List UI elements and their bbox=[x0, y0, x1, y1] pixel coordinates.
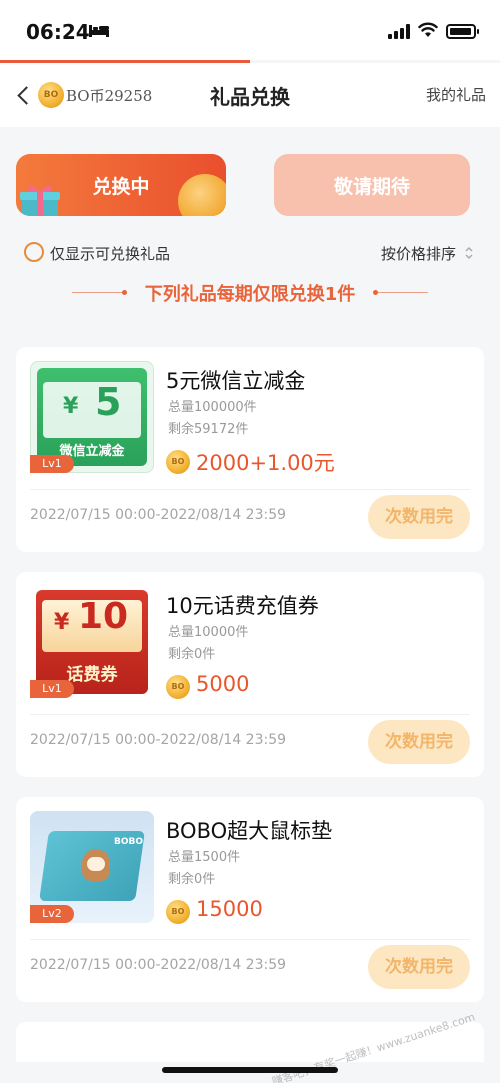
available-only-label[interactable]: 仅显示可兑换礼品 bbox=[50, 243, 170, 264]
card-divider bbox=[30, 489, 470, 490]
bo-coin-icon: BO bbox=[166, 450, 190, 474]
sort-by-price-button[interactable]: 按价格排序 bbox=[381, 243, 456, 264]
exchange-button[interactable]: 次数用完 bbox=[368, 720, 470, 764]
gift-card[interactable]: BOBO Lv2 BOBO超大鼠标垫 总量1500件 剩余0件 BO 15000… bbox=[16, 797, 484, 1002]
exchange-limit-notice: 下列礼品每期仅限兑换1件 bbox=[144, 284, 356, 305]
status-time: 06:24 bbox=[26, 20, 90, 44]
gift-remaining: 剩余0件 bbox=[168, 872, 216, 887]
card-divider bbox=[30, 939, 470, 940]
status-bar: 06:24 bbox=[0, 0, 500, 60]
gift-box-icon bbox=[20, 185, 60, 216]
gift-card[interactable]: ¥ 5 微信立减金 Lv1 5元微信立减金 总量100000件 剩余59172件… bbox=[16, 347, 484, 552]
gift-remaining: 剩余0件 bbox=[168, 647, 216, 662]
home-indicator[interactable] bbox=[162, 1067, 338, 1073]
gift-price: 5000 bbox=[196, 672, 250, 696]
gift-remaining: 剩余59172件 bbox=[168, 422, 249, 437]
my-gifts-link[interactable]: 我的礼品 bbox=[426, 84, 486, 105]
exchange-period: 2022/07/15 00:00-2022/08/14 23:59 bbox=[30, 732, 287, 748]
back-arrow-icon[interactable] bbox=[16, 83, 32, 107]
gift-total: 总量1500件 bbox=[168, 850, 241, 865]
battery-icon bbox=[446, 24, 479, 39]
exchange-period: 2022/07/15 00:00-2022/08/14 23:59 bbox=[30, 957, 287, 973]
coin-decoration-icon bbox=[178, 174, 226, 216]
bo-coin-icon: BO bbox=[166, 900, 190, 924]
level-badge: Lv2 bbox=[30, 905, 74, 923]
nav-bar: BO BO币29258 礼品兑换 我的礼品 bbox=[0, 63, 500, 127]
coin-balance: BO币29258 bbox=[66, 87, 153, 105]
tab-exchanging[interactable]: 兑换中 bbox=[16, 154, 226, 216]
gift-price: 2000+1.00元 bbox=[196, 451, 335, 475]
exchange-period: 2022/07/15 00:00-2022/08/14 23:59 bbox=[30, 507, 287, 523]
bed-icon bbox=[89, 25, 109, 37]
gift-title: 10元话费充值券 bbox=[166, 594, 319, 618]
notice-divider-right bbox=[378, 292, 428, 293]
available-only-radio[interactable] bbox=[24, 242, 44, 262]
sort-arrows-icon[interactable] bbox=[464, 245, 474, 261]
exchange-button[interactable]: 次数用完 bbox=[368, 945, 470, 989]
tab-exchanging-label: 兑换中 bbox=[92, 175, 150, 198]
gift-price: 15000 bbox=[196, 897, 263, 921]
tab-coming-soon-label: 敬请期待 bbox=[333, 175, 410, 198]
gift-card[interactable]: ¥ 10 话费券 Lv1 10元话费充值券 总量10000件 剩余0件 BO 5… bbox=[16, 572, 484, 777]
gift-total: 总量10000件 bbox=[168, 625, 249, 640]
wifi-icon bbox=[418, 22, 438, 37]
page-title: 礼品兑换 bbox=[210, 85, 290, 109]
gift-total: 总量100000件 bbox=[168, 400, 257, 415]
gift-title: 5元微信立减金 bbox=[166, 369, 306, 393]
level-badge: Lv1 bbox=[30, 455, 74, 473]
bo-coin-icon: BO bbox=[38, 82, 64, 108]
signal-icon bbox=[388, 24, 410, 39]
level-badge: Lv1 bbox=[30, 680, 74, 698]
filter-row: 仅显示可兑换礼品 按价格排序 bbox=[0, 240, 500, 266]
exchange-button[interactable]: 次数用完 bbox=[368, 495, 470, 539]
card-divider bbox=[30, 714, 470, 715]
bo-coin-icon: BO bbox=[166, 675, 190, 699]
tab-coming-soon[interactable]: 敬请期待 bbox=[274, 154, 470, 216]
gift-title: BOBO超大鼠标垫 bbox=[166, 819, 333, 843]
